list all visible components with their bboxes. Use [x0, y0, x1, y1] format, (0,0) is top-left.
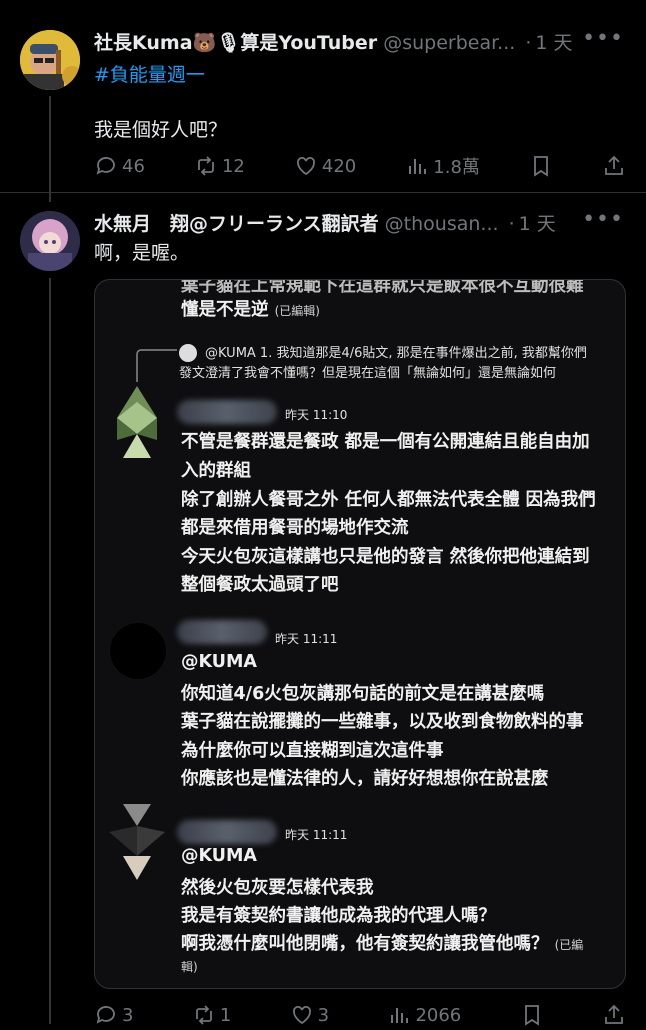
message-line: @KUMA	[181, 846, 257, 866]
message-text: 啊我憑什麼叫他閉嘴，他有簽契約讓我管他嗎？	[181, 934, 549, 954]
message-line: 你應該也是懂法律的人，請好好想想你在說甚麼	[181, 769, 549, 789]
tweet-text: 啊，是喔。	[94, 242, 190, 264]
retweet-count: 12	[221, 155, 245, 177]
views-icon	[409, 159, 427, 174]
message-line: 不管是餐群還是餐政 都是一個有公開連結且能自由加	[181, 432, 590, 452]
display-name[interactable]: 水無月 翔@フリーランス翻訳者	[94, 213, 379, 235]
avatar	[109, 622, 167, 680]
heart-icon	[292, 1006, 311, 1025]
share-icon	[605, 155, 623, 175]
like-count: 420	[321, 155, 357, 177]
quoted-text: @KUMA 1. 我知道那是4/6貼文, 那是在事件爆出之前, 我都幫你們	[205, 346, 587, 361]
display-name[interactable]: 社長Kuma🐻🎙算是YouTuber	[94, 32, 377, 54]
tweet-header: 水無月 翔@フリーランス翻訳者 @thousan... · 1 天	[94, 209, 556, 236]
retweet-button[interactable]: 12	[194, 154, 245, 178]
more-options-icon[interactable]: •••	[582, 26, 624, 51]
attached-image[interactable]: 葉子貓在上常規範下在這群就只是飯本很不互動很難 懂是不是逆 (已編輯) @KUM…	[94, 279, 626, 989]
user-handle[interactable]: @superbear...	[383, 32, 515, 54]
retweet-icon	[198, 156, 214, 176]
reply-button[interactable]: 46	[94, 154, 145, 178]
divider	[0, 192, 646, 193]
edited-label: (已編	[554, 938, 584, 952]
message-timestamp: 昨天 11:11	[285, 828, 348, 842]
message-line: 啊我憑什麼叫他閉嘴，他有簽契約讓我管他嗎？ (已編	[181, 930, 583, 955]
bookmark-button[interactable]	[529, 154, 553, 178]
action-bar: 46 12 420 1.8萬	[94, 151, 626, 181]
like-count: 3	[317, 1004, 330, 1026]
message-line: 我是有簽契約書讓他成為我的代理人嗎？	[181, 906, 496, 926]
timestamp[interactable]: 1 天	[519, 213, 556, 235]
avatar[interactable]	[20, 211, 80, 271]
share-button[interactable]	[602, 1003, 626, 1027]
retweet-count: 1	[219, 1004, 232, 1026]
retweet-icon	[195, 1005, 212, 1025]
quoted-avatar	[179, 344, 197, 362]
separator-dot: ·	[525, 32, 532, 54]
image-text: 懂是不是逆	[181, 300, 269, 320]
reply-button[interactable]: 3	[94, 1003, 133, 1027]
message-line: 葉子貓在說擺攤的一些雜事，以及收到食物飲料的事	[181, 712, 584, 732]
message-timestamp: 昨天 11:11	[275, 632, 338, 646]
image-text-line: 懂是不是逆 (已編輯)	[181, 296, 320, 321]
views-button[interactable]: 1.8萬	[405, 153, 480, 179]
message-line: 都是來借用餐哥的場地作交流	[181, 518, 409, 538]
like-button[interactable]: 3	[290, 1003, 329, 1027]
blurred-username	[177, 820, 277, 844]
share-icon	[605, 1004, 623, 1024]
bookmark-icon	[524, 1005, 539, 1026]
thread-line	[49, 278, 51, 1024]
timestamp[interactable]: 1 天	[535, 32, 572, 54]
message-timestamp: 昨天 11:10	[285, 408, 348, 422]
hashtag-link[interactable]: #負能量週一	[94, 60, 205, 87]
message-line: 今天火包灰這樣講也只是他的發言 然後你把他連結到	[181, 547, 590, 567]
action-bar: 3 1 3 2066	[94, 1000, 626, 1030]
message-line: 除了創辦人餐哥之外 任何人都無法代表全體 因為我們	[181, 490, 596, 510]
reply-icon	[96, 1006, 115, 1024]
separator-dot: ·	[508, 213, 515, 235]
reply-count: 46	[122, 155, 145, 177]
tweet-header: 社長Kuma🐻🎙算是YouTuber @superbear... · 1 天	[94, 28, 573, 55]
avatar	[117, 386, 157, 458]
blurred-username	[177, 620, 267, 644]
avatar	[109, 804, 165, 880]
thread-line	[49, 96, 51, 202]
message-line: 你知道4/6火包灰講那句話的前文是在講甚麼嗎	[181, 684, 545, 704]
bookmark-button[interactable]	[520, 1003, 544, 1027]
quoted-message: @KUMA 1. 我知道那是4/6貼文, 那是在事件爆出之前, 我都幫你們 發文…	[179, 344, 587, 384]
avatar[interactable]	[20, 30, 80, 90]
more-options-icon[interactable]: •••	[582, 207, 624, 232]
like-button[interactable]: 420	[294, 154, 356, 178]
tweet-text: 我是個好人吧？	[94, 119, 228, 141]
reply-connector-icon	[136, 349, 177, 382]
message-line: 整個餐政太過頭了吧	[181, 575, 339, 595]
user-handle[interactable]: @thousan...	[385, 213, 499, 235]
views-count: 1.8萬	[433, 157, 480, 178]
message-line: @KUMA	[181, 652, 257, 672]
reply-icon	[96, 157, 115, 175]
edited-label: 輯)	[181, 960, 198, 974]
bookmark-icon	[534, 156, 548, 177]
share-button[interactable]	[602, 154, 626, 178]
reply-count: 3	[122, 1004, 134, 1026]
message-line: 然後火包灰要怎樣代表我	[181, 878, 374, 898]
message-line: 為什麼你可以直接糊到這次這件事	[181, 741, 444, 761]
heart-icon	[296, 157, 315, 176]
edited-label: (已編輯)	[274, 304, 320, 318]
quoted-text: 發文澄清了我會不懂嗎？但是現在這個「無論如何」還是無論如何	[179, 366, 557, 381]
blurred-username	[177, 400, 277, 424]
message-line: 入的群組	[181, 461, 251, 481]
image-text-line: 葉子貓在上常規範下在這群就只是飯本很不互動很難	[181, 279, 584, 296]
views-button[interactable]: 2066	[387, 1003, 461, 1027]
retweet-button[interactable]: 1	[192, 1003, 231, 1027]
views-count: 2066	[415, 1004, 462, 1026]
views-icon	[391, 1008, 409, 1023]
